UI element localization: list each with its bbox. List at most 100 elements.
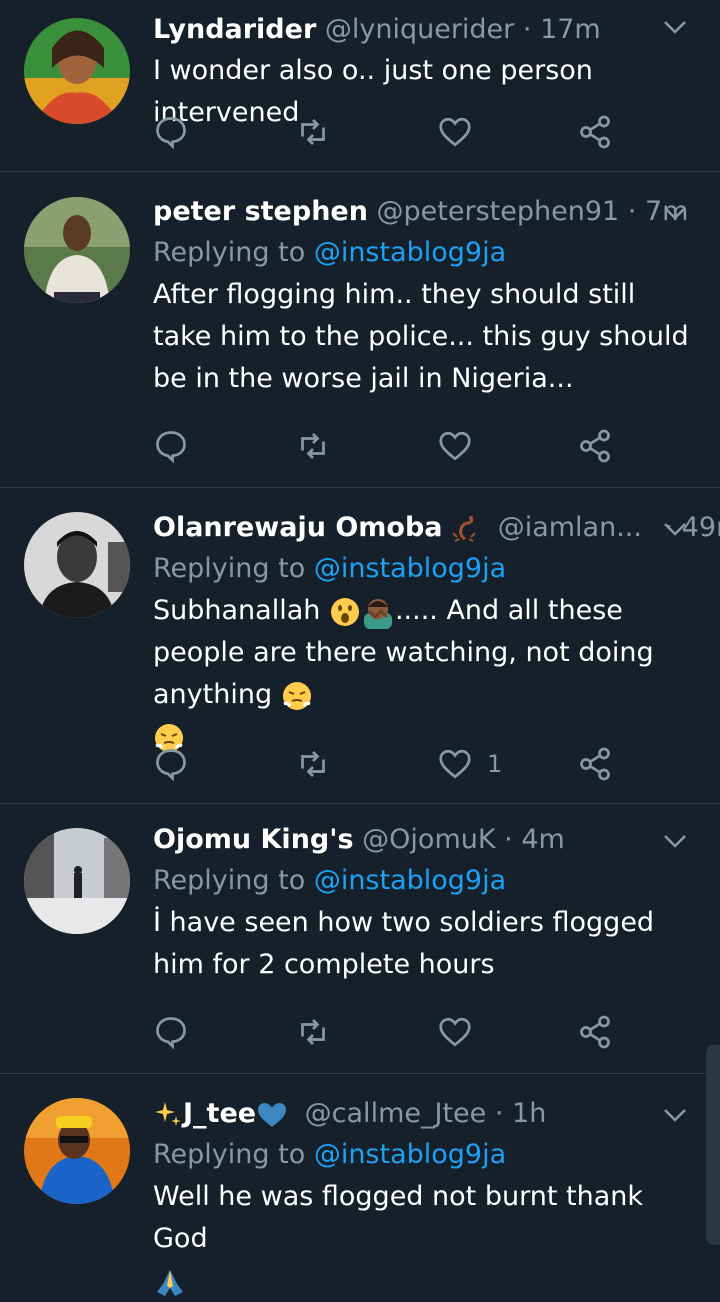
retweet-icon xyxy=(301,1019,325,1045)
reply-button[interactable] xyxy=(153,744,189,784)
mention-link[interactable]: @instablog9ja xyxy=(314,553,506,584)
replying-to: Replying to @instablog9ja xyxy=(153,232,690,274)
heart-icon xyxy=(439,749,471,779)
steam-face-emoji xyxy=(282,681,311,710)
scrollbar[interactable] xyxy=(706,1045,720,1245)
mention-link[interactable]: @instablog9ja xyxy=(314,237,506,268)
replying-to: Replying to @instablog9ja xyxy=(153,860,690,902)
display-name[interactable]: peter stephen xyxy=(153,196,368,227)
avatar[interactable] xyxy=(24,1098,130,1204)
like-button[interactable]: 1 xyxy=(437,744,502,784)
tweet-text: After flogging him.. they should still t… xyxy=(153,279,689,394)
user-handle[interactable]: @OjomuK xyxy=(362,824,495,855)
heart-icon xyxy=(439,431,471,461)
reply-icon xyxy=(156,1017,186,1050)
tweet-header: Lyndarider @lyniquerider · 17m xyxy=(153,10,690,50)
tweet-header: peter stephen @peterstephen91 · 7m xyxy=(153,192,690,232)
chevron-down-icon[interactable] xyxy=(660,1094,690,1134)
tweet-text: Subhanallah ..... And all these people a… xyxy=(153,590,690,758)
praying-hands-emoji xyxy=(157,1269,183,1296)
facepalm-emoji xyxy=(363,598,392,629)
replying-to-label: Replying to xyxy=(153,865,314,896)
display-name[interactable]: Ojomu King's xyxy=(153,824,354,855)
share-icon xyxy=(580,747,610,781)
scorpion-emoji xyxy=(452,515,476,542)
avatar[interactable] xyxy=(24,828,130,934)
replying-to: Replying to @instablog9ja xyxy=(153,548,690,590)
tweet-text-part: Subhanallah xyxy=(153,595,329,626)
tweet-header: Ojomu King's @OjomuK · 4m xyxy=(153,820,690,860)
user-handle[interactable]: @callme_Jtee xyxy=(305,1098,487,1129)
action-bar: 1 xyxy=(153,744,623,784)
tweet-text: İ have seen how two soldiers flogged him… xyxy=(153,907,655,980)
separator: · xyxy=(504,824,513,855)
blue-heart-emoji xyxy=(258,1102,287,1127)
replying-to-label: Replying to xyxy=(153,237,314,268)
tweet-text: Well he was flogged not burnt thank God xyxy=(153,1176,690,1302)
user-handle[interactable]: @lyniquerider xyxy=(325,14,514,45)
display-name[interactable]: Lyndarider xyxy=(153,14,316,45)
like-button[interactable] xyxy=(437,112,473,152)
replying-to-label: Replying to xyxy=(153,553,314,584)
reply-icon xyxy=(156,749,186,782)
separator: · xyxy=(522,14,532,45)
reply-button[interactable] xyxy=(153,1012,189,1052)
mention-link[interactable]: @instablog9ja xyxy=(314,865,506,896)
action-bar xyxy=(153,1012,623,1052)
heart-icon xyxy=(439,1017,471,1047)
sparkles-emoji xyxy=(155,1101,181,1126)
display-name[interactable]: J_tee xyxy=(183,1098,256,1129)
replying-to: Replying to @instablog9ja xyxy=(153,1134,690,1176)
astonished-face-emoji xyxy=(330,597,359,626)
user-handle[interactable]: @iamlan... xyxy=(498,512,642,543)
tweet[interactable]: Ojomu King's @OjomuK · 4m Replying to @i… xyxy=(0,804,720,1074)
retweet-icon xyxy=(301,751,325,777)
tweet-text-part: Well he was flogged not burnt thank God xyxy=(153,1181,643,1254)
share-button[interactable] xyxy=(577,112,613,152)
share-button[interactable] xyxy=(577,744,613,784)
retweet-icon xyxy=(301,433,325,459)
action-bar xyxy=(153,426,623,466)
separator: · xyxy=(627,196,637,227)
tweet[interactable]: peter stephen @peterstephen91 · 7m Reply… xyxy=(0,172,720,488)
share-icon xyxy=(580,1015,610,1049)
share-icon xyxy=(580,429,610,463)
tweet-header: J_tee @callme_Jtee · 1h xyxy=(153,1094,690,1134)
like-button[interactable] xyxy=(437,426,473,466)
timestamp[interactable]: 1h xyxy=(512,1098,546,1129)
timestamp[interactable]: 4m xyxy=(521,824,564,855)
chevron-down-icon[interactable] xyxy=(660,192,690,232)
reply-button[interactable] xyxy=(153,426,189,466)
chevron-down-icon[interactable] xyxy=(660,820,690,860)
share-button[interactable] xyxy=(577,426,613,466)
replying-to-label: Replying to xyxy=(153,1139,314,1170)
reply-button[interactable] xyxy=(153,112,189,152)
reply-icon xyxy=(156,431,186,464)
display-name[interactable]: Olanrewaju Omoba xyxy=(153,512,443,543)
retweet-icon xyxy=(301,119,325,145)
tweet[interactable]: Olanrewaju Omoba @iamlan... · 49m Replyi… xyxy=(0,488,720,804)
chevron-down-icon[interactable] xyxy=(660,6,690,46)
heart-icon xyxy=(439,117,471,147)
action-bar xyxy=(153,112,623,152)
retweet-button[interactable] xyxy=(295,426,331,466)
tweet-header: Olanrewaju Omoba @iamlan... · 49m xyxy=(153,508,720,548)
share-button[interactable] xyxy=(577,1012,613,1052)
retweet-button[interactable] xyxy=(295,1012,331,1052)
retweet-button[interactable] xyxy=(295,744,331,784)
retweet-button[interactable] xyxy=(295,112,331,152)
like-count: 1 xyxy=(487,750,503,778)
avatar[interactable] xyxy=(24,197,130,303)
separator: · xyxy=(494,1098,504,1129)
user-handle[interactable]: @peterstephen91 xyxy=(377,196,620,227)
share-icon xyxy=(580,115,610,149)
reply-icon xyxy=(156,117,186,150)
chevron-down-icon[interactable] xyxy=(660,508,690,548)
mention-link[interactable]: @instablog9ja xyxy=(314,1139,506,1170)
tweet[interactable]: J_tee @callme_Jtee · 1h Replying to @ins… xyxy=(0,1074,720,1296)
avatar[interactable] xyxy=(24,512,130,618)
timestamp[interactable]: 17m xyxy=(540,14,601,45)
avatar[interactable] xyxy=(24,18,130,124)
like-button[interactable] xyxy=(437,1012,473,1052)
tweet[interactable]: Lyndarider @lyniquerider · 17m I wonder … xyxy=(0,0,720,172)
